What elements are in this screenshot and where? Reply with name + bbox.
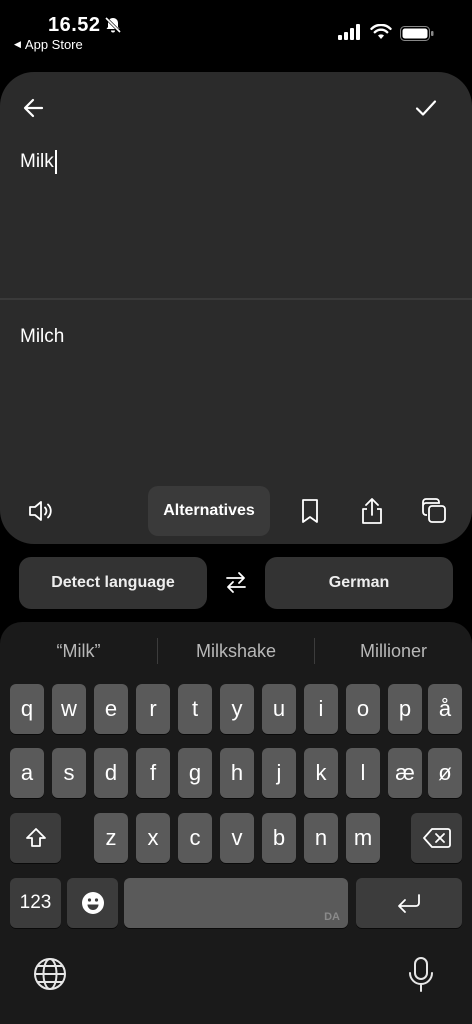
- target-language-button[interactable]: German: [265, 557, 453, 609]
- bookmark-icon: [302, 499, 318, 523]
- translated-text: Milch: [20, 326, 65, 347]
- key-w[interactable]: w: [52, 684, 86, 734]
- swap-arrows-icon[interactable]: [222, 568, 250, 596]
- key-o-slash[interactable]: ø: [428, 748, 462, 798]
- cellular-signal-icon: [338, 24, 360, 40]
- copy-icon: [422, 498, 446, 523]
- backspace-key[interactable]: [411, 813, 462, 863]
- shift-icon: [25, 828, 46, 847]
- back-triangle-icon: ◀: [14, 39, 21, 49]
- text-caret: [54, 150, 57, 174]
- translation-toolbar: Alternatives: [0, 486, 472, 536]
- numbers-key[interactable]: 123: [10, 878, 61, 928]
- key-g[interactable]: g: [178, 748, 212, 798]
- key-o[interactable]: o: [346, 684, 380, 734]
- suggestion-3[interactable]: Millioner: [315, 636, 472, 666]
- shift-key[interactable]: [10, 813, 61, 863]
- return-key[interactable]: [356, 878, 462, 928]
- space-bar[interactable]: DA: [124, 878, 348, 928]
- alternatives-button[interactable]: Alternatives: [148, 486, 270, 536]
- suggestion-1[interactable]: “Milk”: [0, 636, 157, 666]
- key-t[interactable]: t: [178, 684, 212, 734]
- microphone-icon[interactable]: [404, 956, 438, 994]
- copy-button[interactable]: [414, 486, 454, 536]
- source-text-input[interactable]: Milk: [20, 150, 57, 174]
- key-a-ring[interactable]: å: [428, 684, 462, 734]
- status-time: 16.52: [48, 14, 101, 36]
- key-z[interactable]: z: [94, 813, 128, 863]
- globe-icon[interactable]: [32, 956, 68, 992]
- share-icon: [362, 498, 382, 524]
- key-h[interactable]: h: [220, 748, 254, 798]
- emoji-key[interactable]: [67, 878, 118, 928]
- source-text-value: Milk: [20, 151, 54, 172]
- key-s[interactable]: s: [52, 748, 86, 798]
- wifi-icon: [370, 24, 392, 39]
- suggestion-2[interactable]: Milkshake: [158, 636, 314, 666]
- divider: [0, 298, 472, 300]
- key-b[interactable]: b: [262, 813, 296, 863]
- key-f[interactable]: f: [136, 748, 170, 798]
- translation-card: Milk Milch Alternatives: [0, 72, 472, 544]
- battery-icon: [400, 26, 434, 41]
- bookmark-button[interactable]: [290, 486, 330, 536]
- key-a[interactable]: a: [10, 748, 44, 798]
- speaker-icon: [29, 501, 52, 521]
- key-u[interactable]: u: [262, 684, 296, 734]
- checkmark-icon[interactable]: [410, 92, 442, 124]
- emoji-icon: [81, 892, 104, 914]
- key-q[interactable]: q: [10, 684, 44, 734]
- source-language-button[interactable]: Detect language: [19, 557, 207, 609]
- key-i[interactable]: i: [304, 684, 338, 734]
- bell-slash-icon: [104, 16, 122, 34]
- keyboard-language-label: DA: [324, 911, 340, 923]
- key-j[interactable]: j: [262, 748, 296, 798]
- key-n[interactable]: n: [304, 813, 338, 863]
- key-ae[interactable]: æ: [388, 748, 422, 798]
- backspace-icon: [422, 828, 451, 848]
- speak-button[interactable]: [20, 486, 60, 536]
- key-m[interactable]: m: [346, 813, 380, 863]
- arrow-left-icon[interactable]: [18, 92, 50, 124]
- key-v[interactable]: v: [220, 813, 254, 863]
- key-y[interactable]: y: [220, 684, 254, 734]
- key-d[interactable]: d: [94, 748, 128, 798]
- key-p[interactable]: p: [388, 684, 422, 734]
- back-to-app-link[interactable]: ◀ App Store: [14, 37, 83, 52]
- key-x[interactable]: x: [136, 813, 170, 863]
- key-c[interactable]: c: [178, 813, 212, 863]
- return-icon: [398, 894, 420, 913]
- share-button[interactable]: [352, 486, 392, 536]
- key-r[interactable]: r: [136, 684, 170, 734]
- keyboard: “Milk” Milkshake Millioner q w e r t y u…: [0, 622, 472, 1024]
- key-k[interactable]: k: [304, 748, 338, 798]
- key-l[interactable]: l: [346, 748, 380, 798]
- key-e[interactable]: e: [94, 684, 128, 734]
- back-app-label: App Store: [24, 37, 83, 52]
- status-bar: 16.52 ◀ App Store: [0, 0, 472, 60]
